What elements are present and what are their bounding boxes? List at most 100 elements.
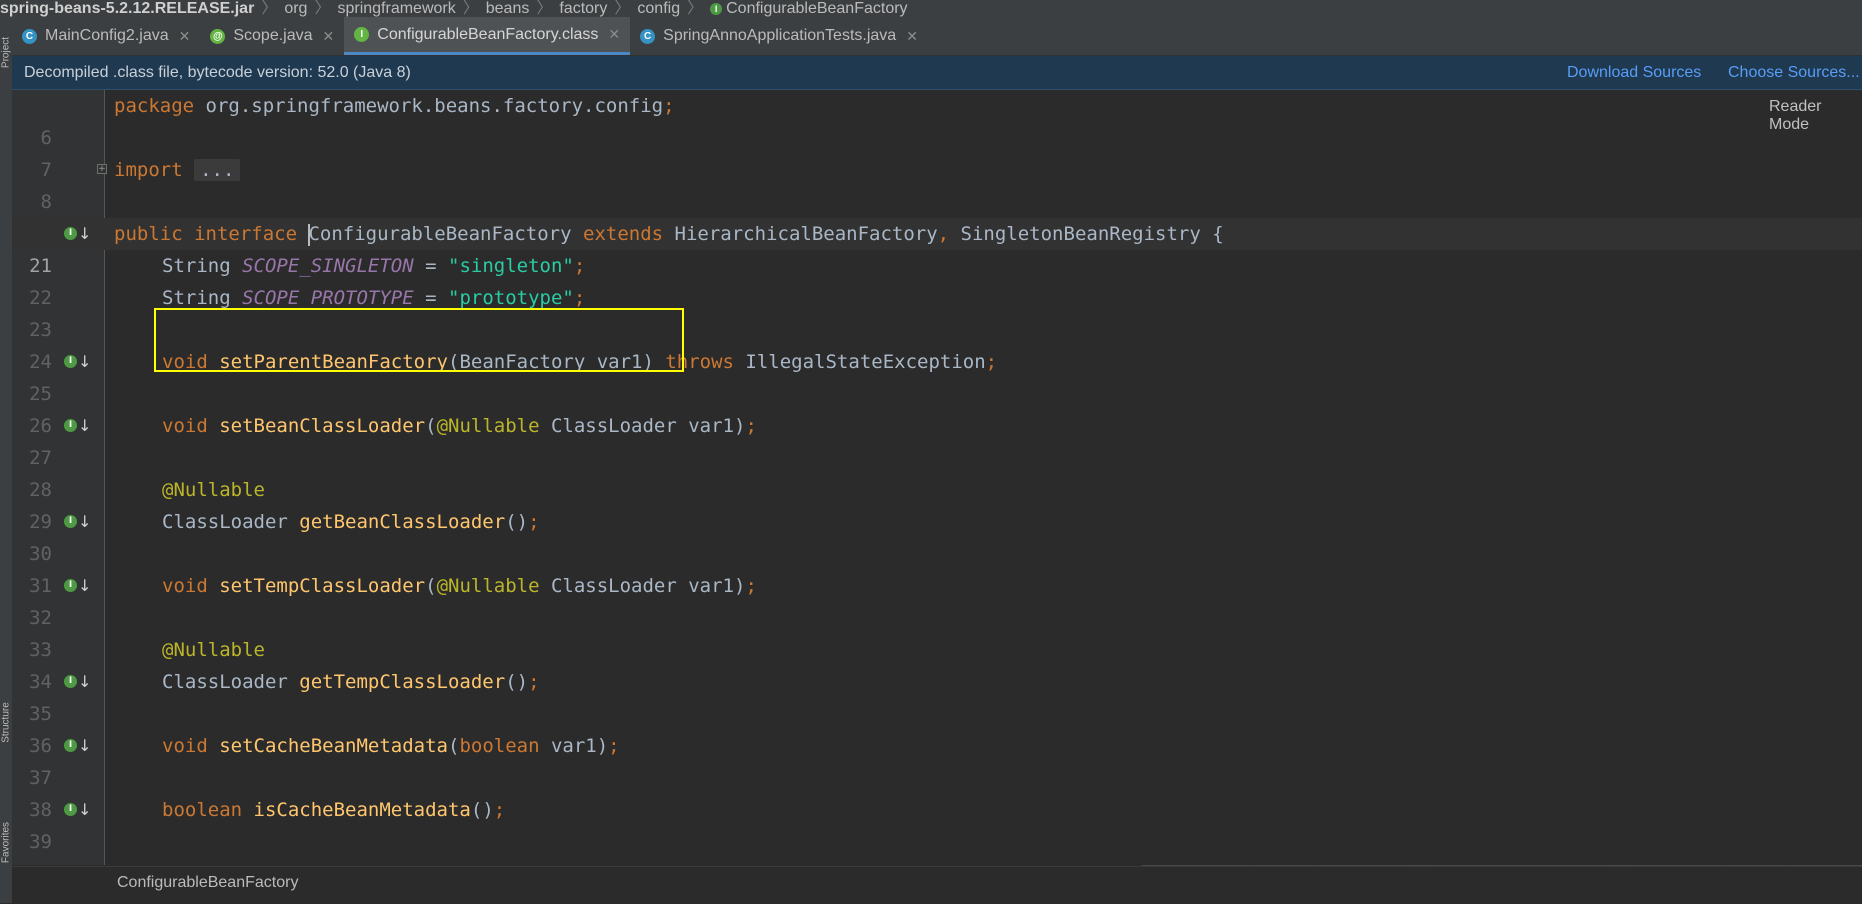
code-text: package org.springframework.beans.factor… (114, 95, 675, 117)
code-line: 37 I ↓ void setCacheBeanMetadata(boolean … (12, 730, 1862, 789)
fold-toggle-icon[interactable]: + (97, 164, 107, 174)
implemented-method-icon[interactable]: I (64, 515, 77, 528)
tab-label: Scope.java (233, 27, 313, 44)
code-text: void setParentBeanFactory(BeanFactory va… (162, 351, 998, 373)
close-icon[interactable]: ✕ (323, 28, 335, 45)
code-line: 20 (12, 186, 1862, 245)
breadcrumb-org[interactable]: org (284, 0, 307, 17)
down-arrow-icon[interactable]: ↓ (78, 410, 91, 442)
tab-scope[interactable]: @ Scope.java ✕ (200, 17, 344, 55)
tab-configurablebeanfactory[interactable]: I ConfigurableBeanFactory.class ✕ (344, 17, 631, 55)
banner-message: Decompiled .class file, bytecode version… (24, 64, 411, 81)
breadcrumb-interface[interactable]: ConfigurableBeanFactory (726, 0, 907, 17)
interface-icon: I (710, 2, 723, 15)
breadcrumb-springframework[interactable]: springframework (337, 0, 455, 17)
down-arrow-icon[interactable]: ↓ (78, 794, 91, 826)
breadcrumb-config[interactable]: config (637, 0, 680, 17)
interface-file-icon: I (354, 27, 370, 42)
breadcrumb-separator: 〉 (261, 0, 278, 17)
tab-springannoapplicationtests[interactable]: C SpringAnnoApplicationTests.java ✕ (630, 17, 928, 55)
implemented-method-icon[interactable]: I (64, 419, 77, 432)
close-icon[interactable]: ✕ (608, 26, 620, 43)
choose-sources-link[interactable]: Choose Sources... (1728, 56, 1860, 89)
annotation-file-icon: @ (210, 28, 226, 44)
code-text: public interface ConfigurableBeanFactory… (114, 223, 1224, 246)
close-icon[interactable]: ✕ (906, 28, 918, 45)
favorites-tool-button[interactable]: Favorites (1, 817, 12, 869)
code-line: 29 @Nullable (12, 474, 1862, 533)
code-line-current: 21 I ↓ public interface ConfigurableBeanF… (12, 218, 1862, 277)
tab-mainconfig2[interactable]: C MainConfig2.java ✕ (12, 17, 200, 55)
code-text: boolean isCacheBeanMetadata(); (162, 799, 506, 821)
code-line: 30 I ↓ ClassLoader getBeanClassLoader(); (12, 506, 1862, 565)
code-line: 6 package org.springframework.beans.fact… (12, 90, 1862, 149)
breadcrumb-separator: 〉 (536, 0, 553, 17)
editor-tabs: C MainConfig2.java ✕ @ Scope.java ✕ I Co… (12, 17, 1862, 56)
editor-breadcrumb-bar: ConfigurableBeanFactory (12, 866, 1862, 904)
breadcrumb-factory[interactable]: factory (559, 0, 607, 17)
tab-label: ConfigurableBeanFactory.class (377, 25, 599, 43)
interface-name: ConfigurableBeanFactory (308, 223, 572, 245)
breadcrumb-separator: 〉 (314, 0, 331, 17)
code-editor[interactable]: Reader Mode 6 package org.springframewor… (12, 90, 1862, 865)
implemented-method-icon[interactable]: I (64, 739, 77, 752)
code-text: void setTempClassLoader(@Nullable ClassL… (162, 575, 757, 597)
code-line: 26 (12, 378, 1862, 437)
project-tool-button[interactable]: Project (1, 27, 12, 79)
implemented-method-icon[interactable]: I (64, 579, 77, 592)
code-text: void setCacheBeanMetadata(boolean var1); (162, 735, 620, 757)
decompiled-notice-banner: Decompiled .class file, bytecode version… (12, 56, 1862, 90)
code-line: 23 String SCOPE_PROTOTYPE = "prototype"; (12, 282, 1862, 341)
code-line: 40 (12, 826, 1862, 865)
implemented-method-icon[interactable]: I (64, 803, 77, 816)
code-text: @Nullable (162, 479, 265, 501)
code-line: 36 (12, 698, 1862, 757)
implemented-interface-icon[interactable]: I (64, 227, 77, 240)
code-text: @Nullable (162, 639, 265, 661)
breadcrumb-separator: 〉 (687, 0, 704, 17)
line-number: 40 (12, 858, 52, 865)
code-line: 8 + import ... (12, 154, 1862, 213)
code-line: 24 (12, 314, 1862, 373)
structure-tool-button[interactable]: Structure (1, 697, 12, 749)
breadcrumb-separator: 〉 (614, 0, 631, 17)
down-arrow-icon[interactable]: ↓ (78, 666, 91, 698)
prototype-string: "prototype" (448, 287, 574, 309)
implemented-method-icon[interactable]: I (64, 675, 77, 688)
singleton-string: "singleton" (448, 255, 574, 277)
down-arrow-icon[interactable]: ↓ (78, 730, 91, 762)
code-line: 35 I ↓ ClassLoader getTempClassLoader(); (12, 666, 1862, 725)
breadcrumb-beans[interactable]: beans (486, 0, 530, 17)
tab-label: MainConfig2.java (45, 27, 169, 44)
code-text: ClassLoader getBeanClassLoader(); (162, 511, 540, 533)
code-line: 25 I ↓ void setParentBeanFactory(BeanFact… (12, 346, 1862, 405)
code-line: 34 @Nullable (12, 634, 1862, 693)
class-file-icon: C (22, 28, 37, 44)
tab-label: SpringAnnoApplicationTests.java (663, 27, 897, 44)
breadcrumb: spring-beans-5.2.12.RELEASE.jar 〉 org 〉 spri… (0, 0, 1862, 17)
breadcrumb-jar[interactable]: spring-beans-5.2.12.RELEASE.jar (0, 0, 254, 17)
code-line: 27 I ↓ void setBeanClassLoader(@Nullable … (12, 410, 1862, 469)
code-line: 39 I ↓ boolean isCacheBeanMetadata(); (12, 794, 1862, 853)
code-line: 33 (12, 602, 1862, 661)
code-text: import ... (114, 154, 241, 186)
breadcrumb-separator: 〉 (462, 0, 479, 17)
class-file-icon: C (640, 28, 656, 44)
code-text: void setBeanClassLoader(@Nullable ClassL… (162, 415, 757, 437)
code-line: 32 I ↓ void setTempClassLoader(@Nullable … (12, 570, 1862, 629)
code-text: String SCOPE_SINGLETON = "singleton"; (162, 255, 586, 277)
download-sources-link[interactable]: Download Sources (1567, 56, 1701, 89)
implemented-method-icon[interactable]: I (64, 355, 77, 368)
down-arrow-icon[interactable]: ↓ (78, 346, 91, 378)
structure-breadcrumb[interactable]: ConfigurableBeanFactory (117, 867, 298, 899)
down-arrow-icon[interactable]: ↓ (78, 570, 91, 602)
code-line: 28 (12, 442, 1862, 501)
code-line: 7 (12, 122, 1862, 181)
down-arrow-icon[interactable]: ↓ (78, 506, 91, 538)
code-line: 38 (12, 762, 1862, 821)
down-arrow-icon[interactable]: ↓ (78, 218, 91, 250)
code-text: String SCOPE_PROTOTYPE = "prototype"; (162, 287, 586, 309)
folded-imports[interactable]: ... (194, 159, 241, 181)
close-icon[interactable]: ✕ (179, 28, 191, 45)
code-text: ClassLoader getTempClassLoader(); (162, 671, 540, 693)
